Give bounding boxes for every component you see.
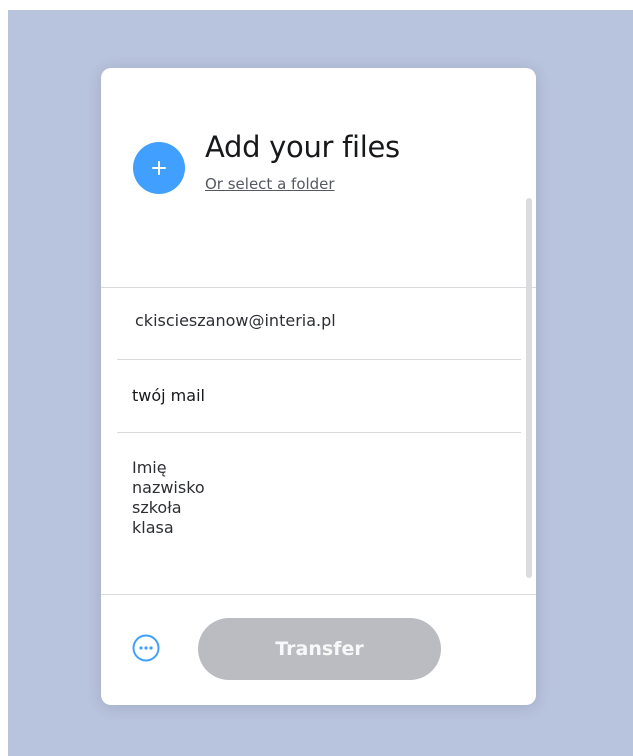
message-line: Imię: [132, 458, 167, 477]
email-from-value[interactable]: twój mail: [132, 386, 205, 405]
message-field[interactable]: Imię nazwisko szkoła klasa: [117, 433, 521, 593]
message-text[interactable]: Imię nazwisko szkoła klasa: [132, 458, 205, 538]
upload-area[interactable]: Add your files Or select a folder: [101, 68, 536, 288]
email-to-value[interactable]: ckiscieszanow@interia.pl: [135, 311, 336, 330]
transfer-card: Add your files Or select a folder ckisci…: [101, 68, 536, 705]
email-from-field[interactable]: twój mail: [117, 360, 521, 433]
add-files-title[interactable]: Add your files: [205, 130, 400, 164]
page-background: Add your files Or select a folder ckisci…: [8, 10, 633, 756]
more-options-button[interactable]: [131, 633, 161, 663]
email-to-field[interactable]: ckiscieszanow@interia.pl: [117, 288, 521, 360]
add-files-button[interactable]: [133, 142, 185, 194]
select-folder-link[interactable]: Or select a folder: [205, 175, 335, 193]
plus-icon: [152, 161, 166, 175]
message-line: klasa: [132, 518, 174, 537]
scrollbar[interactable]: [526, 198, 532, 578]
message-line: nazwisko: [132, 478, 205, 497]
transfer-button[interactable]: Transfer: [198, 618, 441, 680]
message-line: szkoła: [132, 498, 182, 517]
ellipsis-circle-icon: [132, 634, 160, 662]
footer-divider: [101, 594, 536, 595]
